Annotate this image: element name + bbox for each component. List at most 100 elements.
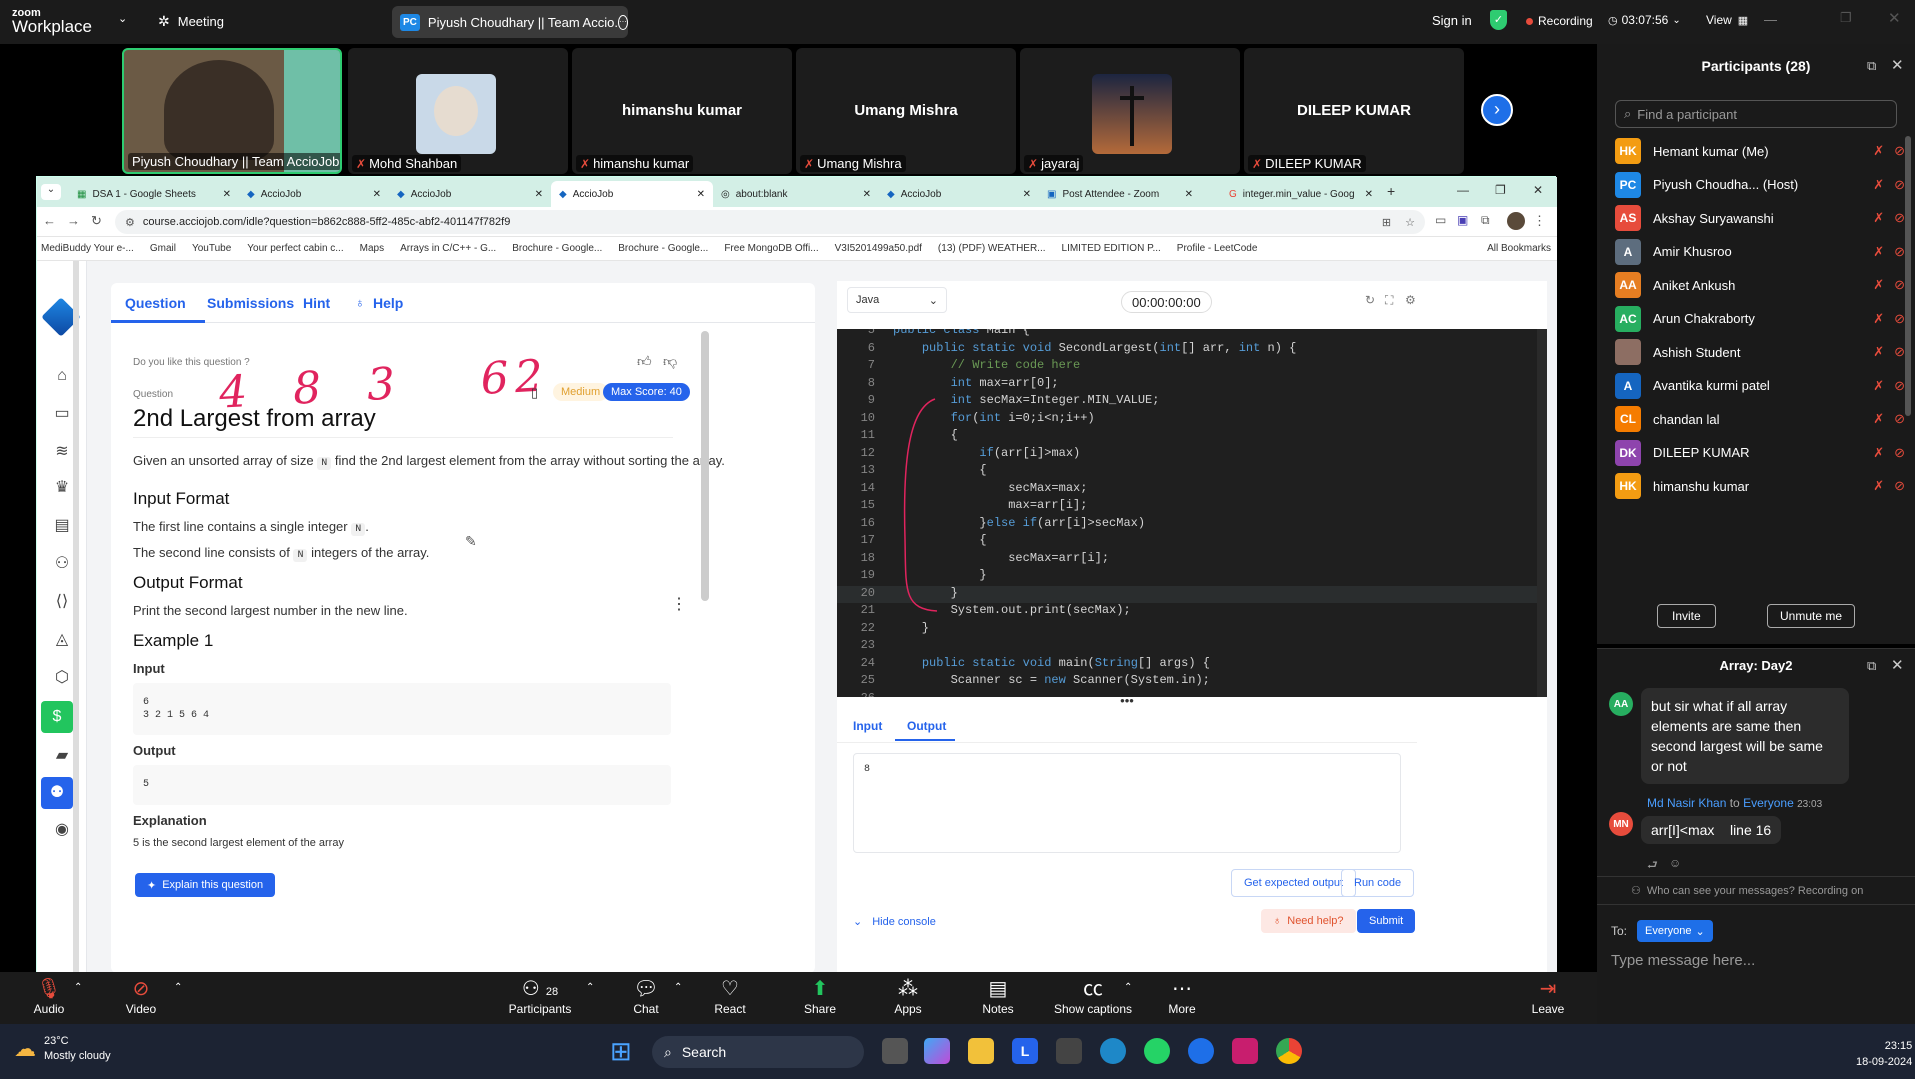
video-tile[interactable]: ✗ jayaraj	[1020, 48, 1240, 174]
profile-avatar[interactable]	[1507, 212, 1525, 230]
mic-muted-icon[interactable]: ✗	[1873, 344, 1884, 360]
resize-handle-icon[interactable]: ⋮	[671, 597, 687, 613]
mic-muted-icon[interactable]: ✗	[1873, 311, 1884, 327]
copilot-icon[interactable]	[924, 1038, 950, 1064]
code-line[interactable]: 25 Scanner sc = new Scanner(System.in);	[837, 673, 1547, 691]
need-help-button[interactable]: ♁ Need help?	[1261, 909, 1356, 933]
window-minimize-icon[interactable]: —	[1457, 183, 1469, 197]
mic-muted-icon[interactable]: ✗	[1873, 411, 1884, 427]
browser-tab[interactable]: ◆ AccioJob ✕	[389, 181, 551, 207]
profile-icon[interactable]: ◉	[51, 819, 73, 841]
tab-input[interactable]: Input	[853, 719, 882, 733]
minimize-icon[interactable]: —	[1764, 12, 1777, 27]
code-line[interactable]: 7 // Write code here	[837, 358, 1547, 376]
puzzle-icon[interactable]: ⧉	[1481, 213, 1490, 228]
code-line[interactable]: 5 public class Main {	[837, 329, 1547, 341]
intellij-icon[interactable]	[1232, 1038, 1258, 1064]
close-icon[interactable]: ✕	[1888, 9, 1901, 27]
all-bookmarks[interactable]: All Bookmarks	[1487, 243, 1551, 254]
explain-question-button[interactable]: ✦ Explain this question	[135, 873, 276, 897]
close-icon[interactable]: ✕	[1891, 656, 1904, 674]
participant-row[interactable]: HK Hemant kumar (Me) ✗ ⊘	[1615, 136, 1905, 166]
bookmark-item[interactable]: Brochure - Google...	[512, 243, 602, 254]
mic-muted-icon[interactable]: ✗	[1873, 177, 1884, 193]
participant-row[interactable]: PC Piyush Choudha... (Host) ✗ ⊘	[1615, 170, 1905, 200]
bookmark-item[interactable]: Brochure - Google...	[618, 243, 708, 254]
cast-icon[interactable]: ▭	[1435, 213, 1446, 227]
task-view-icon[interactable]	[882, 1038, 908, 1064]
bookmark-item[interactable]: LIMITED EDITION P...	[1062, 243, 1161, 254]
video-off-icon[interactable]: ⊘	[1894, 445, 1905, 461]
browser-tab-active[interactable]: ◆ AccioJob ✕	[551, 181, 713, 207]
tab-question[interactable]: Question	[125, 295, 186, 311]
kebab-menu-icon[interactable]: ⋮	[1533, 213, 1546, 229]
tab-hint[interactable]: Hint	[303, 295, 330, 311]
book-icon[interactable]: ▭	[51, 403, 73, 425]
whatsapp-icon[interactable]	[1144, 1038, 1170, 1064]
more-options-icon[interactable]: ···	[617, 14, 628, 30]
chevron-up-icon[interactable]: ⌃	[586, 982, 594, 993]
chat-visibility-notice[interactable]: ⚇ Who can see your messages? Recording o…	[1631, 884, 1863, 898]
share-title-pill[interactable]: PC Piyush Choudhary || Team Accio. ···	[392, 6, 628, 38]
code-scrollbar[interactable]	[1537, 329, 1547, 697]
mic-muted-icon[interactable]: ✗	[1873, 244, 1884, 260]
chevron-down-icon[interactable]: ⌄	[118, 12, 127, 25]
question-scrollbar[interactable]	[701, 323, 709, 823]
meeting-timer[interactable]: ◷ 03:07:56 ⌄	[1608, 13, 1681, 27]
unmute-me-button[interactable]: Unmute me	[1767, 604, 1856, 628]
bookmark-star-icon[interactable]: ☆	[1405, 216, 1415, 229]
bookmark-item[interactable]: (13) (PDF) WEATHER...	[938, 243, 1046, 254]
participants-button[interactable]: ⚇ 28 Participants	[500, 976, 580, 1016]
browser-tab[interactable]: ◎ about:blank ✕	[713, 181, 879, 207]
video-tile[interactable]: Umang Mishra ✗ Umang Mishra	[796, 48, 1016, 174]
bookmark-item[interactable]: Free MongoDB Offi...	[724, 243, 818, 254]
browser-tab[interactable]: Ginteger.min_value - Goog ✕	[1221, 181, 1381, 207]
thumbs-down-icon[interactable]: 👎︎	[663, 353, 677, 370]
notes-button[interactable]: ▤ Notes	[976, 976, 1020, 1016]
chevron-up-icon[interactable]: ⌃	[1124, 982, 1132, 993]
window-restore-icon[interactable]: ❐	[1495, 183, 1506, 197]
shapes-icon[interactable]: ◬	[51, 629, 73, 651]
participant-row[interactable]: AC Arun Chakraborty ✗ ⊘	[1615, 304, 1905, 334]
video-tile[interactable]: ✗ Mohd Shahban	[348, 48, 568, 174]
video-off-icon[interactable]: ⊘	[1894, 344, 1905, 360]
system-clock[interactable]: 23:15 18-09-2024	[1856, 1038, 1912, 1070]
code-icon[interactable]: ⟨⟩	[51, 591, 73, 613]
code-line[interactable]: 6 public static void SecondLargest(int[]…	[837, 341, 1547, 359]
chat-button[interactable]: 💬︎ Chat	[624, 976, 668, 1016]
bookmark-icon[interactable]: ▯	[531, 385, 538, 401]
participant-row[interactable]: HK himanshu kumar ✗ ⊘	[1615, 471, 1905, 501]
mic-muted-icon[interactable]: ✗	[1873, 478, 1884, 494]
video-off-icon[interactable]: ⊘	[1894, 177, 1905, 193]
apps-button[interactable]: ⁂ Apps	[886, 976, 930, 1016]
code-line[interactable]: 24 public static void main(String[] args…	[837, 656, 1547, 674]
reply-icon[interactable]: ⮐	[1647, 856, 1658, 877]
mic-muted-icon[interactable]: ✗	[1873, 143, 1884, 159]
browser-tab[interactable]: ▣ Post Attendee - Zoom ✕	[1039, 181, 1201, 207]
react-button[interactable]: ♡ React	[708, 976, 752, 1016]
video-tile[interactable]: himanshu kumar ✗ himanshu kumar	[572, 48, 792, 174]
video-tile[interactable]: DILEEP KUMAR ✗ DILEEP KUMAR	[1244, 48, 1464, 174]
popout-icon[interactable]: ⧉	[1867, 58, 1876, 74]
video-off-icon[interactable]: ⊘	[1894, 210, 1905, 226]
video-off-icon[interactable]: ⊘	[1894, 277, 1905, 293]
browser-tab[interactable]: ▦ DSA 1 - Google Sheets ✕	[69, 181, 239, 207]
mic-muted-icon[interactable]: ✗	[1873, 445, 1884, 461]
video-tile-host[interactable]: Piyush Choudhary || Team AccioJob	[122, 48, 342, 174]
popout-icon[interactable]: ⧉	[1867, 658, 1876, 674]
sign-in-link[interactable]: Sign in	[1432, 13, 1472, 28]
people-icon[interactable]: ⚇	[51, 553, 73, 575]
invite-button[interactable]: Invite	[1657, 604, 1716, 628]
install-icon[interactable]: ⊞	[1382, 216, 1391, 229]
layers-icon[interactable]: ≋	[51, 441, 73, 463]
tab-submissions[interactable]: Submissions	[207, 295, 294, 311]
chevron-up-icon[interactable]: ⌃	[674, 982, 682, 993]
maximize-icon[interactable]: ❐	[1840, 10, 1852, 26]
chevron-up-icon[interactable]: ⌃	[74, 982, 82, 993]
store-icon[interactable]	[1056, 1038, 1082, 1064]
video-off-icon[interactable]: ⊘	[1894, 411, 1905, 427]
video-off-icon[interactable]: ⊘	[1894, 378, 1905, 394]
code-area[interactable]: 5 public class Main {6 public static void…	[837, 329, 1547, 697]
mic-muted-icon[interactable]: ✗	[1873, 210, 1884, 226]
cube-icon[interactable]: ⬡	[51, 667, 73, 689]
